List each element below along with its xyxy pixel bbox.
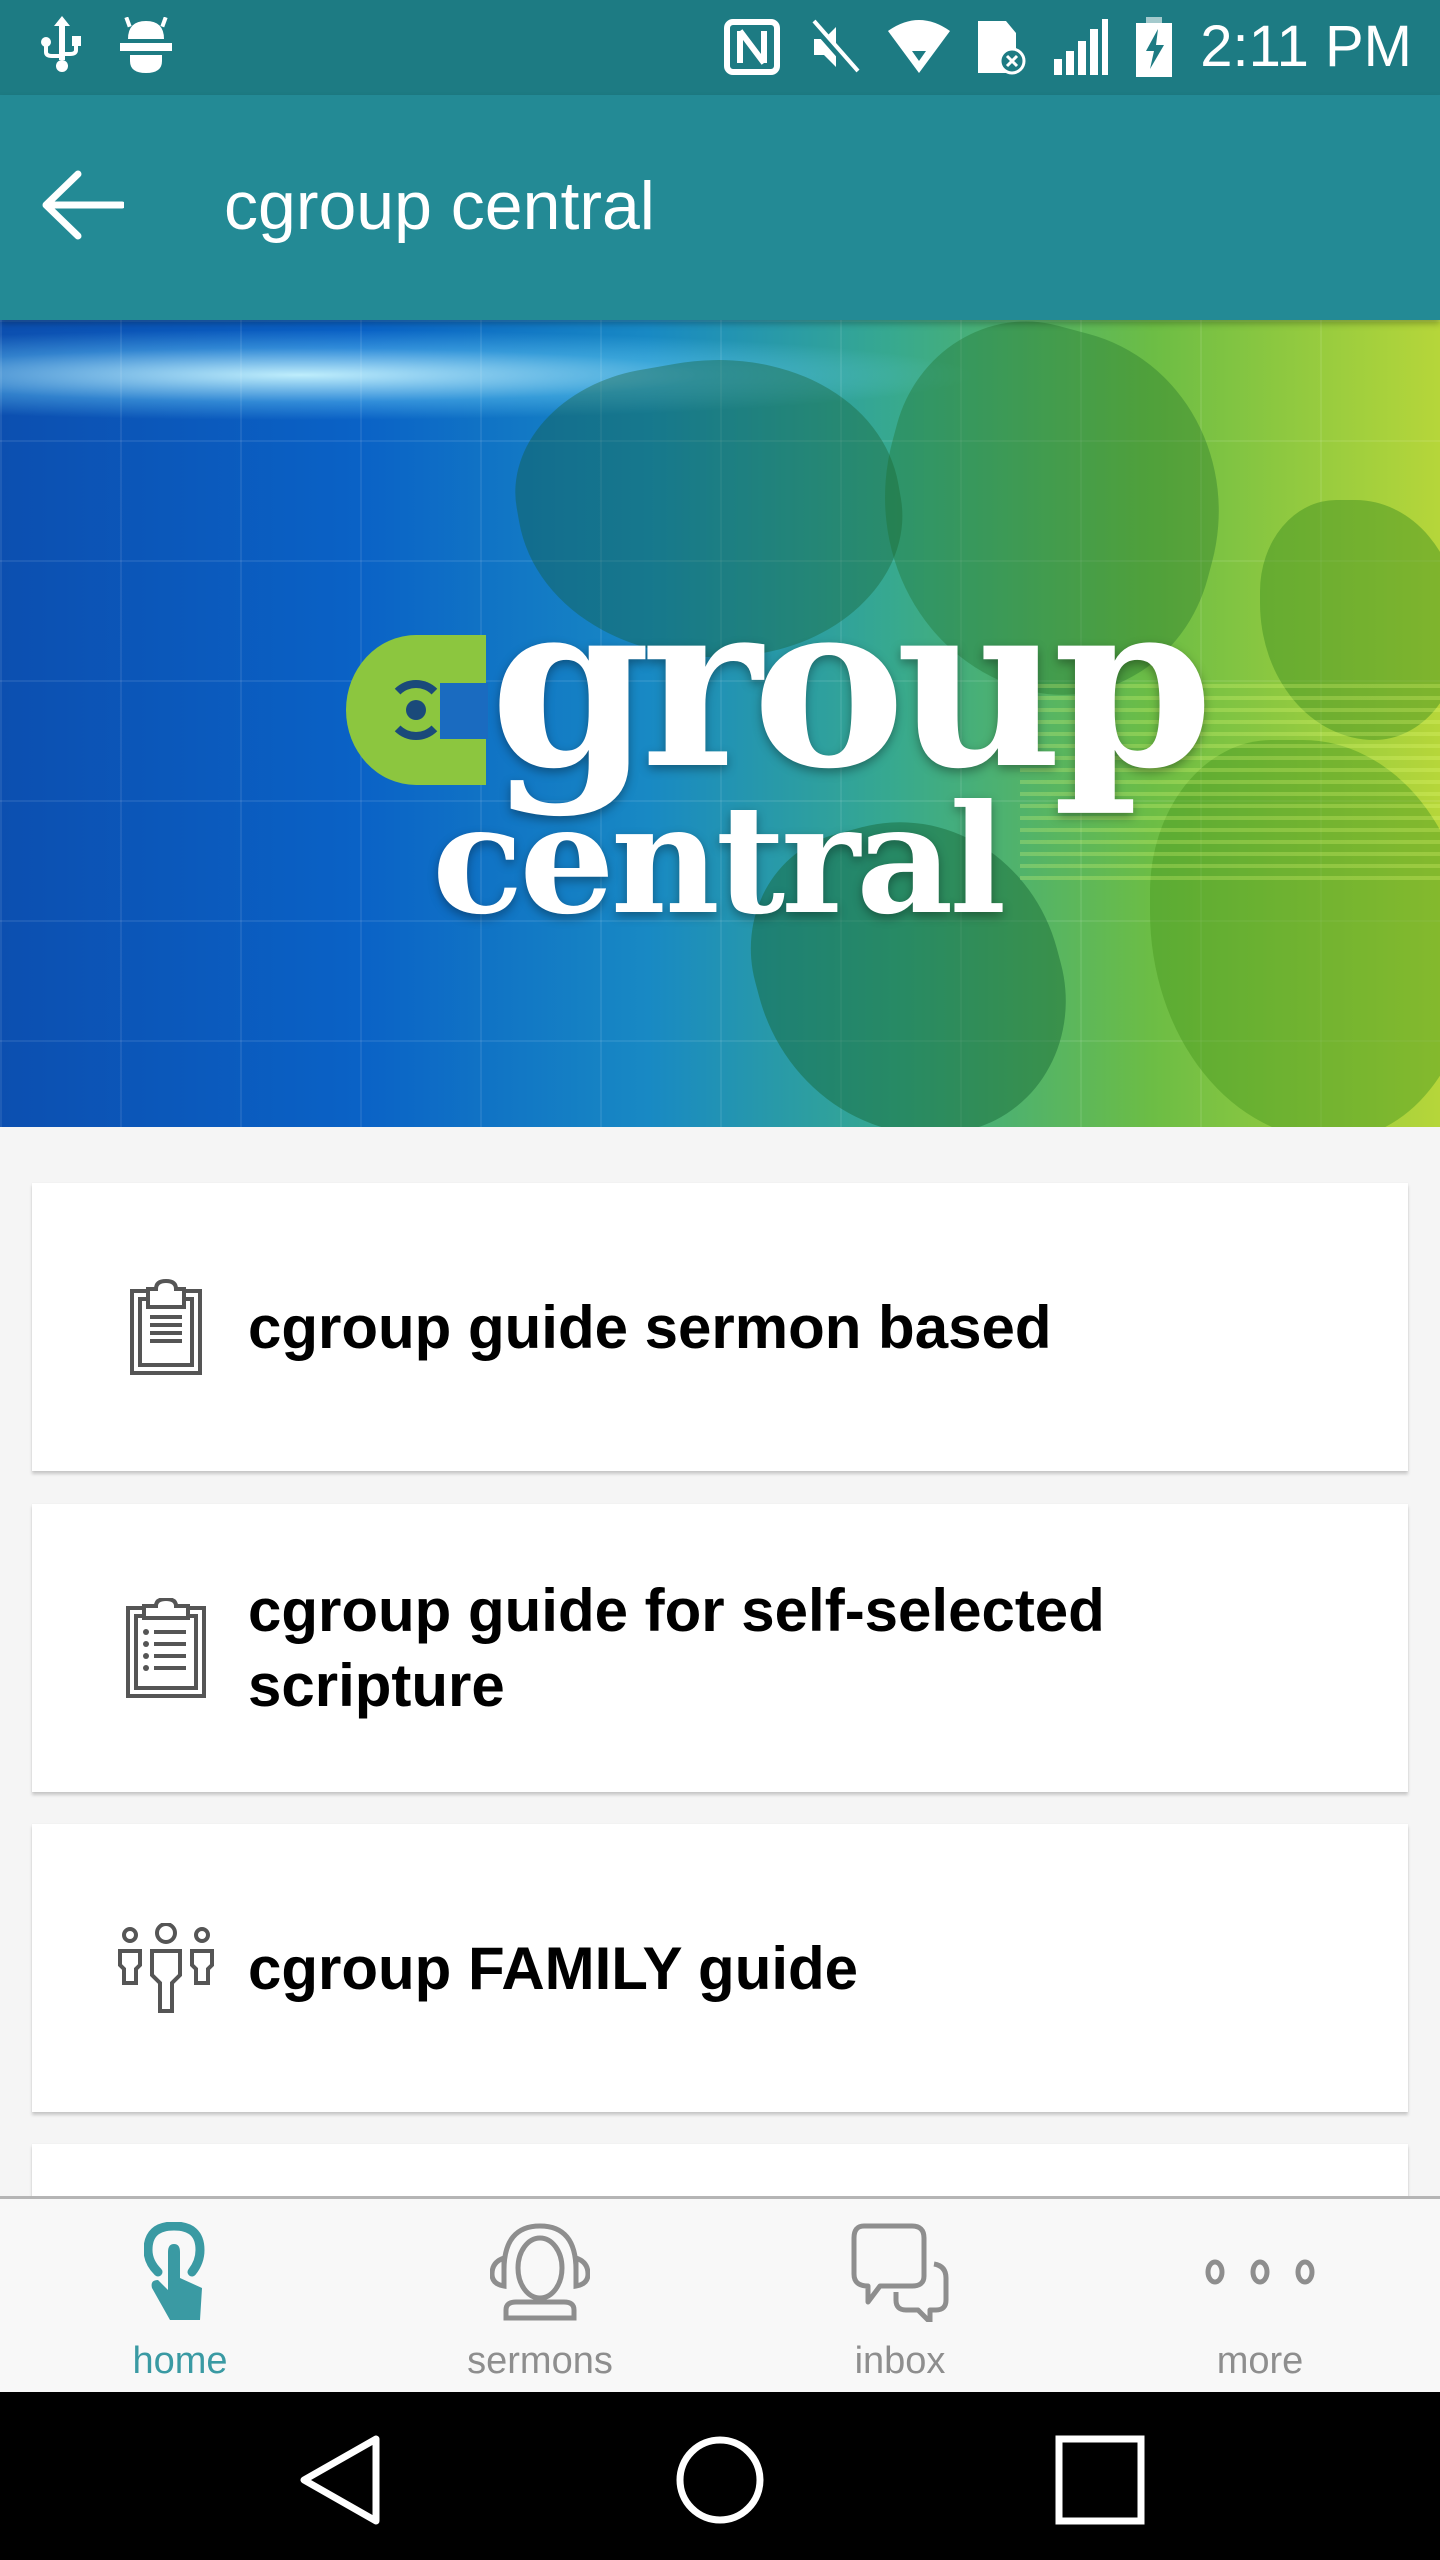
more-dots-icon: [1200, 2217, 1320, 2327]
list-item-sermon-guide[interactable]: cgroup guide sermon based: [32, 1183, 1408, 1471]
screen: 2:11 PM cgroup central group central cgr…: [0, 0, 1440, 2560]
system-navigation-bar: [0, 2392, 1440, 2560]
clipboard-icon: [96, 1267, 236, 1387]
circle-home-icon: [675, 2435, 765, 2530]
triangle-back-icon: [298, 2435, 382, 2530]
tab-inbox[interactable]: inbox: [720, 2199, 1080, 2392]
tab-label: inbox: [854, 2340, 946, 2382]
headset-icon: [480, 2217, 600, 2327]
arrow-left-icon: [40, 170, 126, 245]
system-back-button[interactable]: [280, 2432, 400, 2532]
list-item-label: cgroup guide for self-selected scripture: [248, 1577, 1105, 1719]
chat-bubbles-icon: [840, 2217, 960, 2327]
tab-home[interactable]: home: [0, 2199, 360, 2392]
signal-icon: [1052, 19, 1109, 75]
list-item-label: cgroup guide sermon based: [248, 1293, 1052, 1361]
sim-no-service-icon: [976, 19, 1026, 75]
bottom-navigation: home sermons inbox more: [0, 2196, 1440, 2392]
list-item-family-guide[interactable]: cgroup FAMILY guide: [32, 1824, 1408, 2112]
wifi-icon: [888, 19, 951, 75]
page-title: cgroup central: [224, 168, 655, 244]
logo-text-central: central: [432, 772, 1006, 948]
family-icon: [96, 1908, 236, 2028]
tap-icon: [120, 2217, 240, 2327]
list-item-label: cgroup FAMILY guide: [248, 1934, 859, 2002]
back-button[interactable]: [40, 157, 160, 257]
nfc-icon: [724, 19, 781, 75]
logo-c-mark: [346, 635, 488, 785]
clipboard-list-icon: [96, 1588, 236, 1708]
list-item-self-selected-guide[interactable]: cgroup guide for self-selected scripture: [32, 1504, 1408, 1792]
tab-sermons[interactable]: sermons: [360, 2199, 720, 2392]
status-bar: 2:11 PM: [0, 0, 1440, 95]
square-recents-icon: [1055, 2435, 1145, 2530]
hero-banner: group central: [0, 320, 1440, 1127]
status-time: 2:11 PM: [1200, 14, 1412, 79]
android-debug-icon: [120, 17, 172, 73]
mute-icon: [806, 19, 862, 75]
system-recents-button[interactable]: [1040, 2432, 1160, 2532]
battery-charging-icon: [1134, 17, 1174, 77]
app-bar: cgroup central: [0, 95, 1440, 320]
system-home-button[interactable]: [660, 2432, 780, 2532]
cgroup-central-logo: group central: [340, 555, 1213, 945]
tab-label: sermons: [467, 2340, 613, 2382]
usb-icon: [40, 16, 84, 74]
tab-more[interactable]: more: [1080, 2199, 1440, 2392]
tab-label: home: [132, 2340, 228, 2382]
tab-label: more: [1216, 2340, 1304, 2382]
